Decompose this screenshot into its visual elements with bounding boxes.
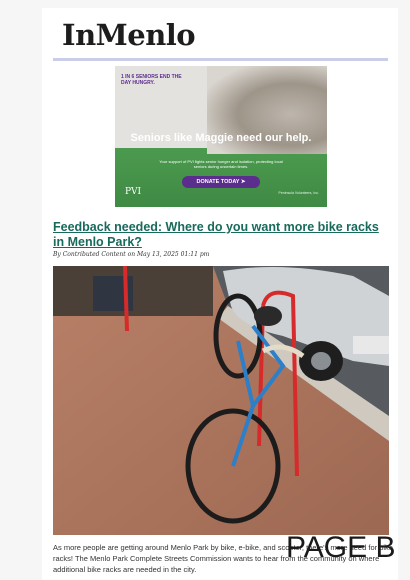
article-photo-bike-rack[interactable] [53,266,389,535]
donate-button-label: DONATE TODAY [196,179,240,185]
pvi-logo: PVI [125,187,142,197]
bike-rack-photo-illustration [53,266,389,535]
ad-tagline: 1 IN 6 SENIORS END THE DAY HUNGRY. [121,74,182,86]
donate-button[interactable]: DONATE TODAY ➤ [182,176,260,188]
ad-org-text: Peninsula Volunteers, Inc. [278,191,319,195]
site-masthead[interactable]: InMenlo [62,18,196,52]
article-headline-link[interactable]: Feedback needed: Where do you want more … [53,220,393,250]
ad-body-text: Your support of PVI fights senior hunger… [159,159,283,169]
page-label-overlay: PAGE B [286,531,396,564]
article-byline: By Contributed Content on May 13, 2025 0… [53,251,210,258]
ad-headline: Seniors like Maggie need our help. [130,132,312,144]
donation-advertisement[interactable]: 1 IN 6 SENIORS END THE DAY HUNGRY. Senio… [115,66,327,207]
chevron-right-icon: ➤ [240,179,246,185]
masthead-divider [53,58,388,61]
page-card: InMenlo 1 IN 6 SENIORS END THE DAY HUNGR… [42,8,398,580]
